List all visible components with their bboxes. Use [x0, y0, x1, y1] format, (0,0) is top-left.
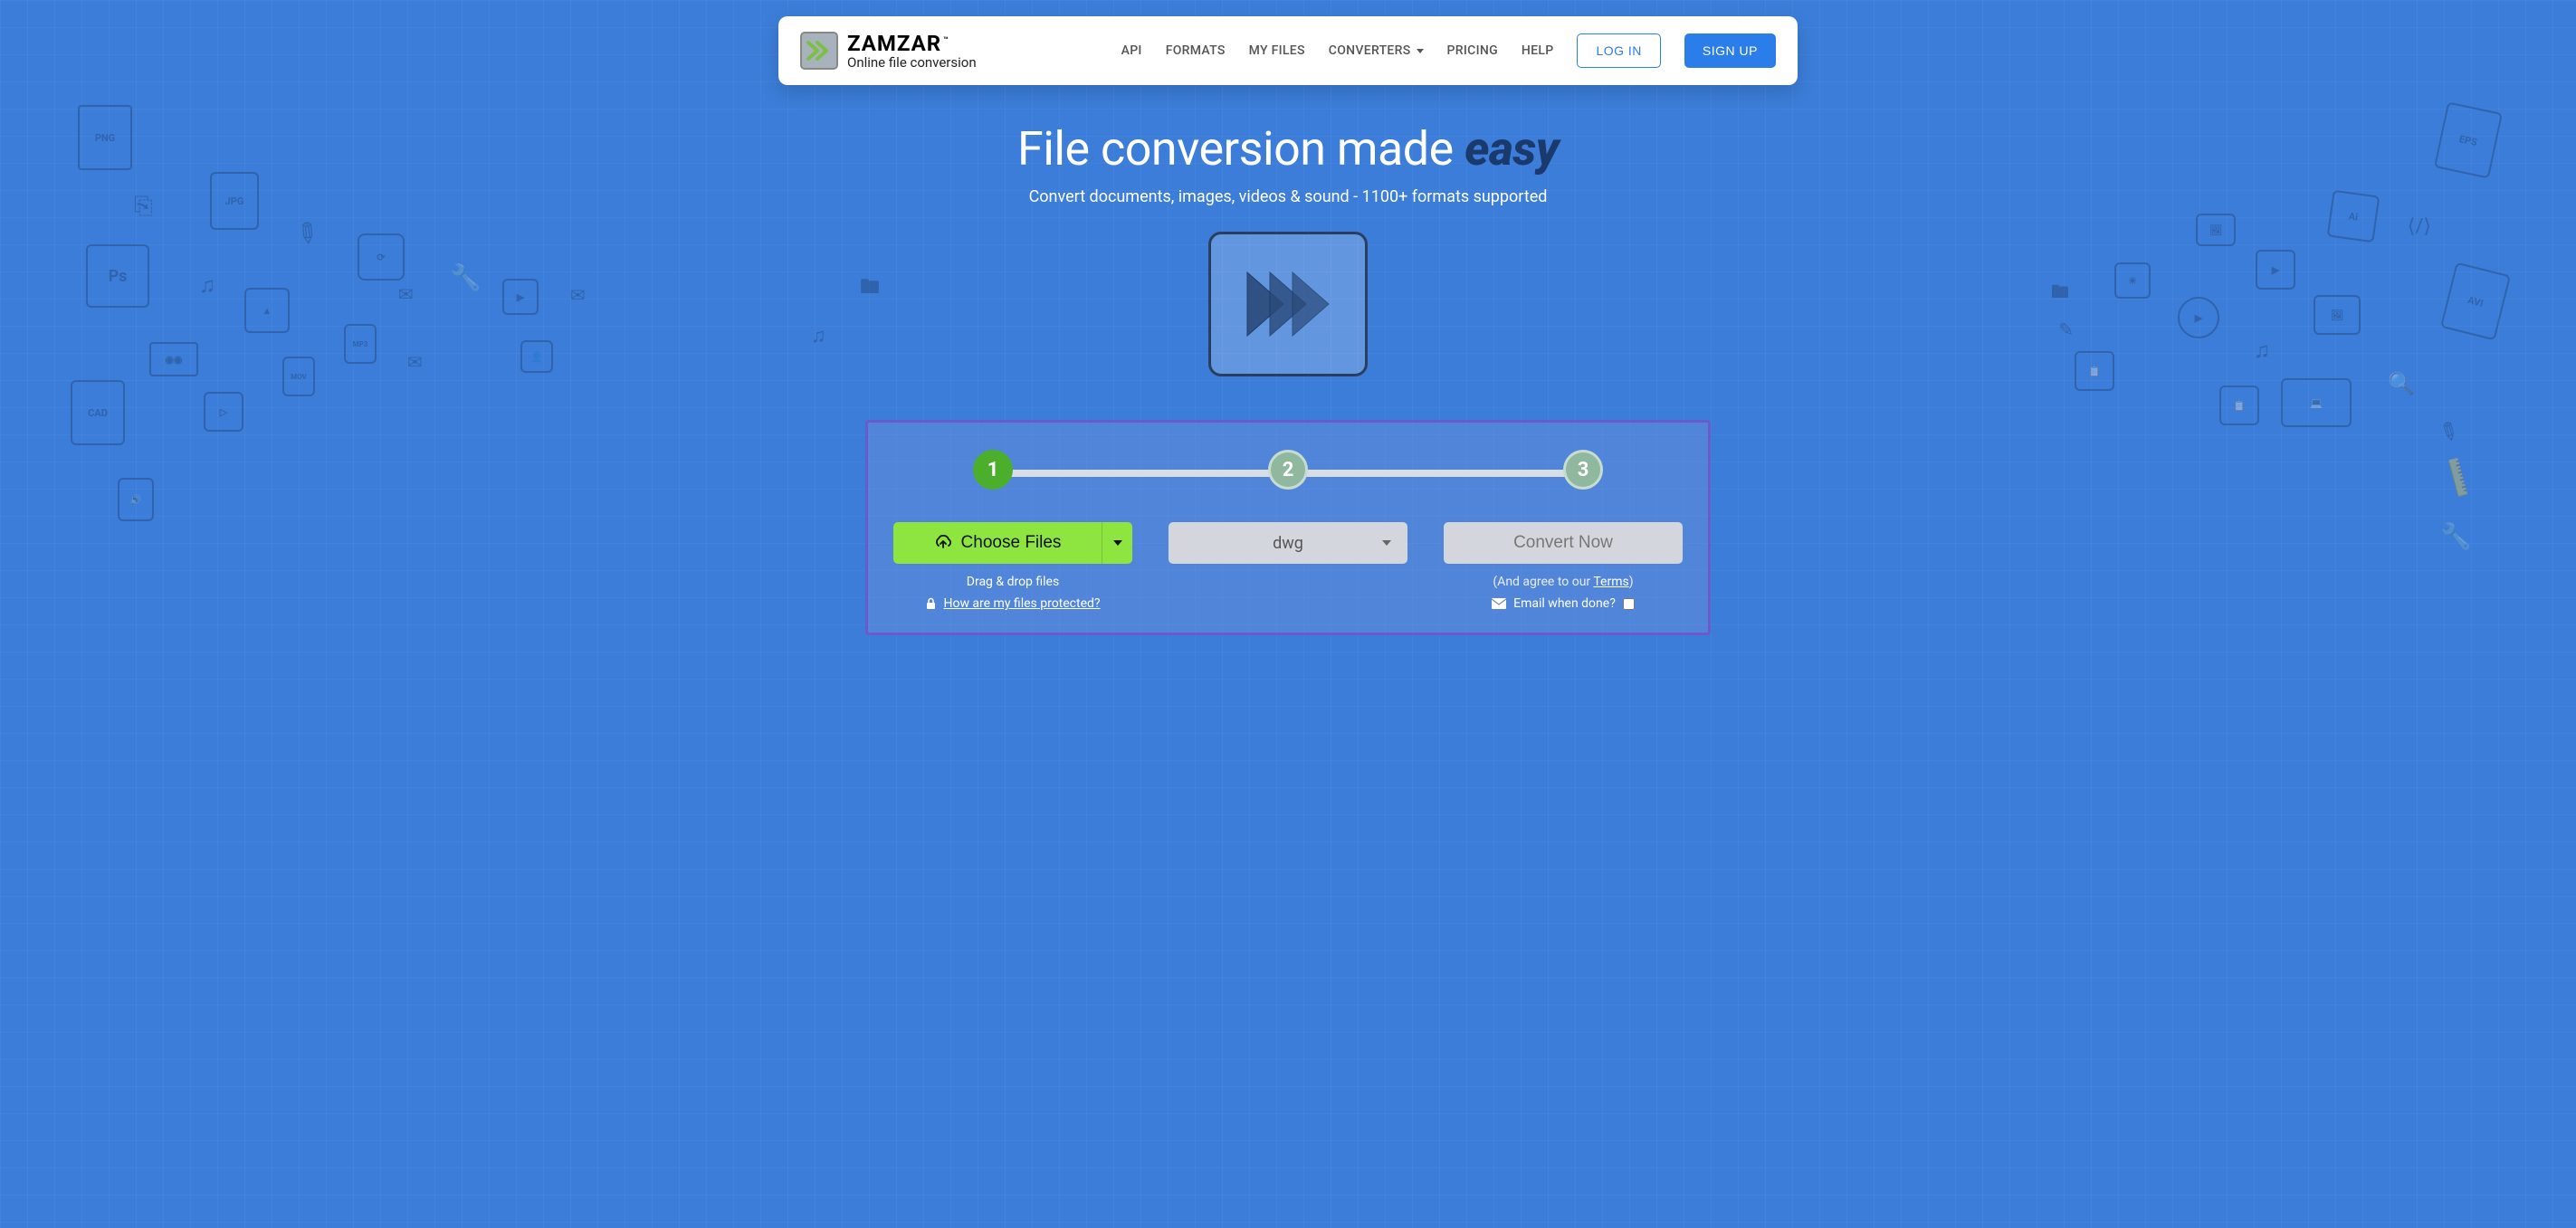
- nav-help[interactable]: HELP: [1522, 43, 1554, 58]
- hero-logo-icon: [1208, 232, 1368, 376]
- logo-icon: [800, 32, 838, 70]
- files-protected-link[interactable]: How are my files protected?: [943, 596, 1100, 611]
- format-select[interactable]: dwg: [1169, 522, 1407, 564]
- choose-files-dropdown[interactable]: [1102, 522, 1132, 564]
- login-button[interactable]: LOG IN: [1577, 33, 1660, 68]
- email-when-done-checkbox[interactable]: [1623, 598, 1635, 610]
- hero-subtitle: Convert documents, images, videos & soun…: [0, 187, 2576, 206]
- drag-drop-hint: Drag & drop files: [967, 575, 1059, 589]
- choose-files-button[interactable]: Choose Files: [893, 522, 1102, 564]
- brand-name: ZAMZAR™: [847, 33, 977, 54]
- terms-text: (And agree to our Terms): [1493, 575, 1633, 589]
- nav-converters[interactable]: CONVERTERS: [1329, 43, 1424, 58]
- logo[interactable]: ZAMZAR™ Online file conversion: [800, 32, 977, 70]
- convert-now-button[interactable]: Convert Now: [1444, 522, 1683, 564]
- converter-panel: 1 2 3 Choose Files Drag & drop files How…: [865, 420, 1711, 635]
- nav-my-files[interactable]: MY FILES: [1249, 43, 1305, 58]
- step-3: 3: [1563, 450, 1603, 490]
- hero: File conversion made easy Convert docume…: [0, 121, 2576, 376]
- lock-icon: [925, 597, 937, 610]
- email-when-done-label: Email when done?: [1513, 596, 1616, 611]
- brand-tagline: Online file conversion: [847, 56, 977, 70]
- nav-formats[interactable]: FORMATS: [1166, 43, 1226, 58]
- step-indicator: 1 2 3: [993, 450, 1583, 495]
- step-1: 1: [973, 450, 1013, 490]
- mail-icon: [1492, 598, 1506, 609]
- format-selected-value: dwg: [1273, 534, 1303, 553]
- terms-link[interactable]: Terms: [1593, 575, 1628, 589]
- signup-button[interactable]: SIGN UP: [1684, 33, 1776, 68]
- nav-api[interactable]: API: [1121, 43, 1142, 58]
- step-2: 2: [1268, 450, 1308, 490]
- hero-title: File conversion made easy: [0, 121, 2576, 176]
- navbar: ZAMZAR™ Online file conversion API FORMA…: [778, 16, 1798, 85]
- nav-pricing[interactable]: PRICING: [1447, 43, 1498, 58]
- choose-files-label: Choose Files: [961, 533, 1062, 553]
- upload-icon: [934, 535, 952, 551]
